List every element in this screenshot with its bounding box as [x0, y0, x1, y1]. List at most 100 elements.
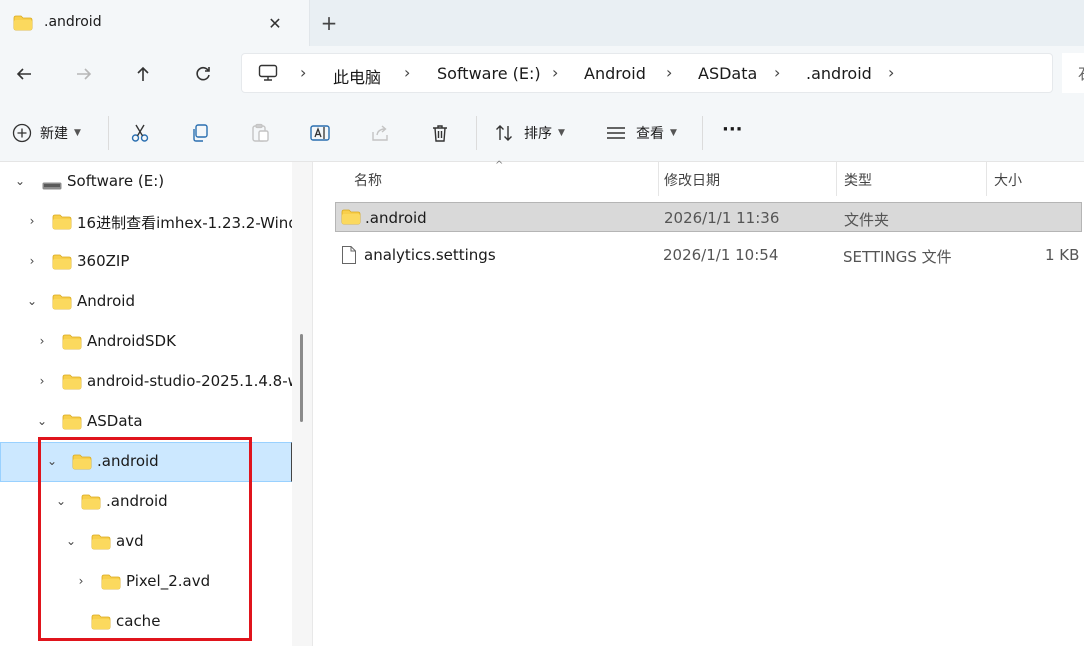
tree-item-drive[interactable]: ⌄ Software (E:)	[0, 162, 292, 202]
plus-circle-icon	[10, 121, 34, 145]
folder-icon	[62, 334, 82, 354]
close-tab-icon[interactable]: ✕	[262, 10, 288, 36]
address-bar[interactable]: › 此电脑 › Software (E:) › Android › ASData…	[241, 53, 1053, 93]
sort-ascending-icon: ^	[495, 160, 504, 171]
breadcrumb-this-pc[interactable]: 此电脑	[333, 64, 381, 88]
chevron-down-icon[interactable]: ⌄	[35, 414, 49, 428]
chevron-right-icon[interactable]: ›	[25, 254, 39, 268]
back-button[interactable]	[10, 60, 38, 88]
sort-button-label: 排序	[524, 126, 552, 142]
folder-icon	[52, 254, 72, 274]
file-list: ^ 名称 修改日期 类型 大小 .android 2026/1/1 11:36 …	[313, 160, 1084, 646]
chevron-down-icon[interactable]: ⌄	[13, 174, 27, 188]
folder-icon	[72, 454, 92, 474]
tree-item-label: Android	[77, 292, 135, 310]
new-button-label: 新建	[40, 126, 68, 142]
tree-item-avd[interactable]: ⌄ avd	[0, 522, 292, 562]
tab-android[interactable]: .android ✕	[0, 0, 310, 46]
file-row-analytics-settings[interactable]: analytics.settings 2026/1/1 10:54 SETTIN…	[335, 240, 1082, 270]
divider	[108, 116, 109, 150]
breadcrumb-asdata[interactable]: ASData	[698, 64, 757, 83]
breadcrumb-drive[interactable]: Software (E:)	[437, 64, 541, 83]
chevron-down-icon: ▼	[558, 128, 565, 138]
share-button[interactable]	[368, 120, 392, 146]
file-type: SETTINGS 文件	[843, 248, 952, 266]
chevron-right-icon[interactable]: ›	[74, 574, 88, 588]
chevron-right-icon[interactable]: ›	[25, 214, 39, 228]
file-type: 文件夹	[844, 211, 890, 229]
chevron-right-icon[interactable]: ›	[35, 374, 49, 388]
tab-bar: .android ✕ +	[0, 0, 1084, 46]
tree-item-label: 360ZIP	[77, 252, 130, 270]
column-header-type[interactable]: 类型	[844, 170, 872, 190]
chevron-right-icon[interactable]: ›	[35, 334, 49, 348]
nav-scrollbar-track[interactable]	[292, 162, 312, 646]
tree-item-cache[interactable]: cache	[0, 602, 292, 642]
tree-item-360zip[interactable]: › 360ZIP	[0, 242, 292, 282]
paste-icon	[248, 121, 272, 145]
sort-icon	[492, 121, 516, 145]
breadcrumb-android[interactable]: Android	[584, 64, 646, 83]
column-separator[interactable]	[986, 162, 987, 196]
chevron-down-icon[interactable]: ⌄	[45, 454, 59, 468]
tree-item-label: Pixel_2.avd	[126, 572, 211, 590]
chevron-down-icon[interactable]: ⌄	[64, 534, 78, 548]
navigation-pane: ⌄ Software (E:) › 16进制查看imhex-1.23.2-Win…	[0, 162, 292, 646]
new-button[interactable]: 新建 ▼	[10, 120, 81, 146]
folder-icon	[101, 574, 121, 594]
tree-item-label: cache	[116, 612, 161, 630]
column-header-size[interactable]: 大小	[994, 170, 1022, 190]
more-options-button[interactable]: ···	[722, 116, 743, 142]
folder-icon	[52, 214, 72, 234]
column-header-date[interactable]: 修改日期	[664, 170, 720, 190]
rename-button[interactable]	[308, 120, 332, 146]
back-icon	[16, 68, 31, 80]
view-button[interactable]: 查看 ▼	[604, 120, 677, 146]
new-tab-button[interactable]: +	[316, 10, 342, 36]
breadcrumb-current[interactable]: .android	[806, 64, 872, 83]
column-separator[interactable]	[836, 162, 837, 196]
up-button[interactable]	[129, 60, 157, 88]
search-box[interactable]: 石	[1062, 53, 1084, 93]
tab-title: .android	[44, 14, 102, 30]
view-list-icon	[604, 121, 628, 145]
tree-item-android[interactable]: ⌄ Android	[0, 282, 292, 322]
document-icon	[341, 245, 357, 269]
tree-item-android-inner[interactable]: ⌄ .android	[0, 482, 292, 522]
delete-button[interactable]	[428, 120, 452, 146]
file-name: .android	[365, 209, 427, 227]
folder-icon	[62, 374, 82, 394]
file-name: analytics.settings	[364, 246, 496, 264]
tree-item-asdata[interactable]: ⌄ ASData	[0, 402, 292, 442]
tree-item-android-root-selected[interactable]: ⌄ .android	[0, 442, 292, 482]
copy-button[interactable]	[188, 120, 212, 146]
forward-button[interactable]	[70, 60, 98, 88]
chevron-right-icon: ›	[552, 63, 559, 82]
chevron-right-icon: ›	[666, 63, 673, 82]
copy-icon	[188, 121, 212, 145]
column-header-name[interactable]: 名称	[354, 170, 382, 190]
divider	[476, 116, 477, 150]
paste-button[interactable]	[248, 120, 272, 146]
sort-button[interactable]: 排序 ▼	[492, 120, 565, 146]
tree-item-label: android-studio-2025.1.4.8-windows	[87, 372, 292, 390]
cut-button[interactable]	[128, 120, 152, 146]
tree-item-androidsdk[interactable]: › AndroidSDK	[0, 322, 292, 362]
tree-item-label: Software (E:)	[67, 172, 165, 190]
command-bar: 新建 ▼ 排序 ▼ 查看 ▼ ···	[0, 102, 1084, 162]
tree-item-imhex[interactable]: › 16进制查看imhex-1.23.2-Windows	[0, 202, 292, 242]
chevron-right-icon[interactable]: ›	[888, 63, 894, 82]
tree-item-label: 16进制查看imhex-1.23.2-Windows	[77, 214, 292, 232]
folder-icon	[81, 494, 101, 514]
refresh-button[interactable]	[189, 60, 217, 88]
nav-scrollbar-thumb[interactable]	[300, 334, 303, 422]
column-separator[interactable]	[658, 162, 659, 196]
tree-item-label: ASData	[87, 412, 143, 430]
tree-item-pixel2-avd[interactable]: › Pixel_2.avd	[0, 562, 292, 602]
forward-icon	[77, 68, 92, 80]
chevron-down-icon[interactable]: ⌄	[25, 294, 39, 308]
file-row-android[interactable]: .android 2026/1/1 11:36 文件夹	[335, 202, 1082, 232]
navigation-row: › 此电脑 › Software (E:) › Android › ASData…	[0, 46, 1084, 102]
tree-item-android-studio[interactable]: › android-studio-2025.1.4.8-windows	[0, 362, 292, 402]
chevron-down-icon[interactable]: ⌄	[54, 494, 68, 508]
